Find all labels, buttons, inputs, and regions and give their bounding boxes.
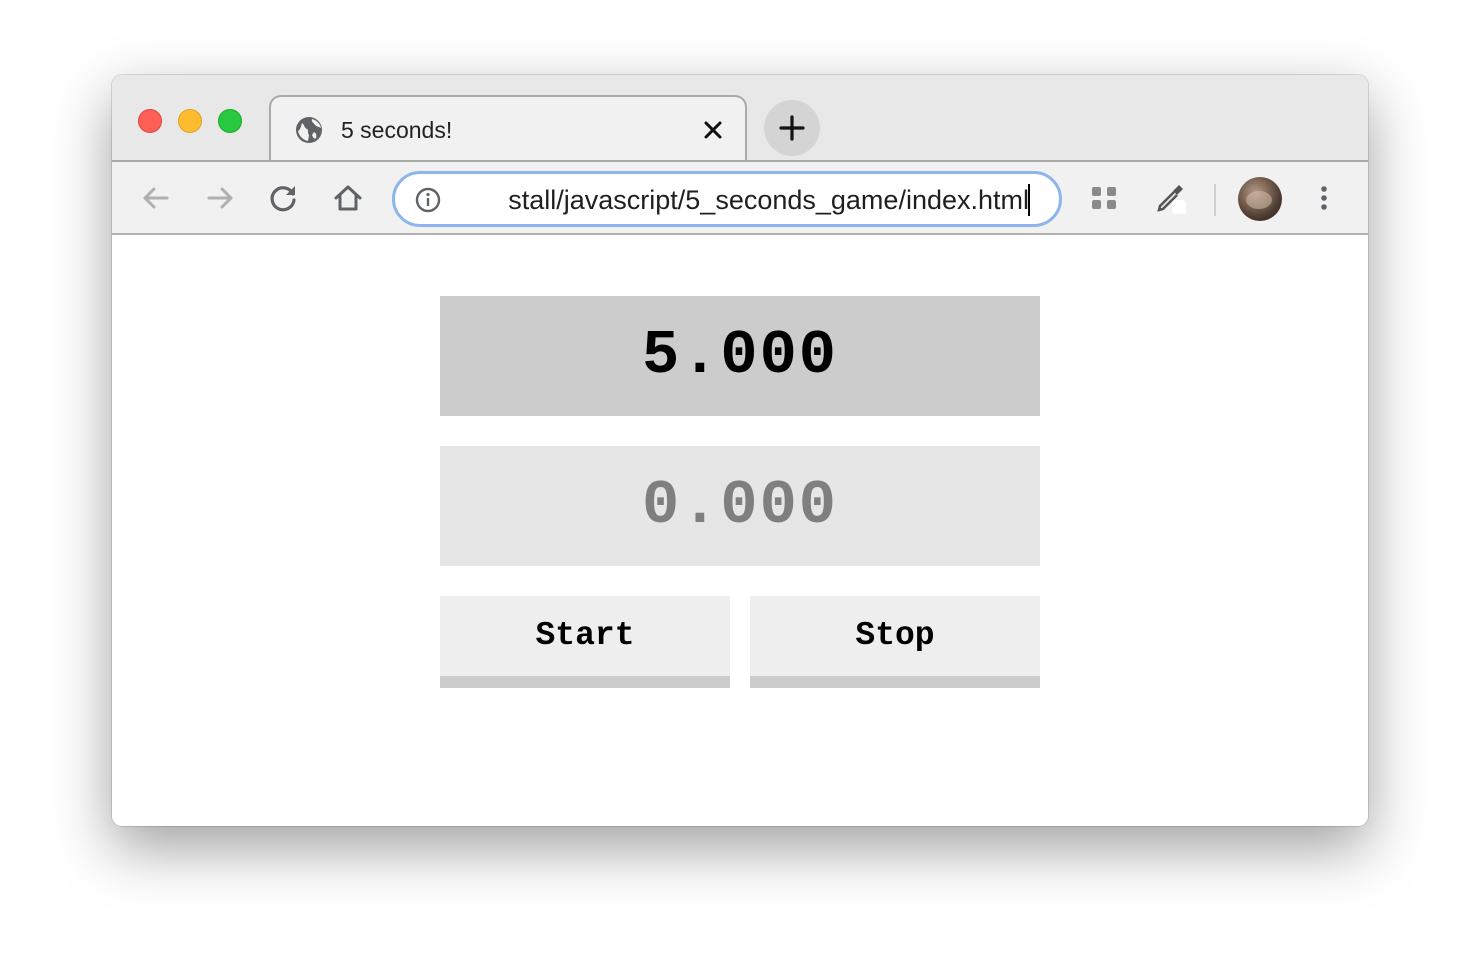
start-button[interactable]: Start xyxy=(440,596,730,688)
browser-toolbar: stall/javascript/5_seconds_game/index.ht… xyxy=(112,160,1368,235)
url-clip: stall/javascript/5_seconds_game/index.ht… xyxy=(461,174,1029,224)
zoom-window-button[interactable] xyxy=(218,109,242,133)
kebab-menu-icon[interactable] xyxy=(1306,180,1342,216)
puzzle-extension-icon[interactable] xyxy=(1087,180,1123,216)
tab-title: 5 seconds! xyxy=(341,117,453,143)
toolbar-separator xyxy=(1214,184,1216,216)
globe-icon xyxy=(296,117,322,143)
browser-window: 5 seconds! stall/javascript/5_seconds_ga… xyxy=(112,75,1368,826)
title-bar: 5 seconds! xyxy=(112,75,1368,162)
home-icon[interactable] xyxy=(330,180,366,216)
info-icon[interactable] xyxy=(415,187,441,213)
close-icon[interactable] xyxy=(699,116,727,144)
back-arrow-icon[interactable] xyxy=(138,180,174,216)
target-time-display: 5.000 xyxy=(440,296,1040,416)
profile-avatar[interactable] xyxy=(1238,177,1282,221)
address-bar[interactable]: stall/javascript/5_seconds_game/index.ht… xyxy=(392,171,1062,227)
plus-icon xyxy=(779,115,805,141)
page-content: 5.000 0.000 Start Stop xyxy=(112,235,1368,826)
forward-arrow-icon[interactable] xyxy=(202,180,238,216)
close-window-button[interactable] xyxy=(138,109,162,133)
reload-icon[interactable] xyxy=(266,180,302,216)
url-text[interactable]: stall/javascript/5_seconds_game/index.ht… xyxy=(508,185,1029,216)
minimize-window-button[interactable] xyxy=(178,109,202,133)
stop-button[interactable]: Stop xyxy=(750,596,1040,688)
eyedropper-extension-icon[interactable] xyxy=(1152,180,1188,216)
new-tab-button[interactable] xyxy=(764,100,820,156)
text-caret xyxy=(1028,184,1030,216)
browser-tab[interactable]: 5 seconds! xyxy=(269,95,747,162)
elapsed-time-display: 0.000 xyxy=(440,446,1040,566)
